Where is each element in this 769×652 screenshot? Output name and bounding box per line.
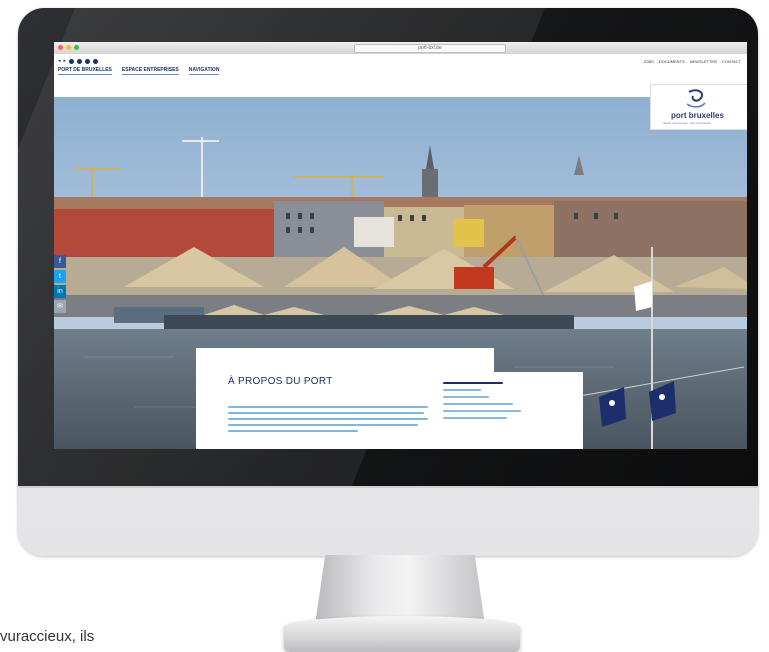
- nav-item-port[interactable]: PORT DE BRUXELLES: [58, 67, 112, 75]
- subnav-item[interactable]: [443, 410, 521, 412]
- about-text-line: [228, 424, 418, 426]
- utility-link-newsletter[interactable]: NEWSLETTER: [690, 59, 717, 64]
- monitor-stand-base: [284, 616, 520, 652]
- back-arrow-icon[interactable]: ◂: [58, 58, 61, 64]
- close-window-icon[interactable]: [58, 45, 63, 50]
- logo-mark-icon: [686, 89, 706, 108]
- about-text-line: [228, 430, 358, 432]
- monitor-stand-neck: [315, 555, 485, 625]
- linkedin-share-button[interactable]: in: [54, 285, 66, 298]
- main-nav: PORT DE BRUXELLES ESPACE ENTREPRISES NAV…: [58, 67, 220, 75]
- about-text-line: [228, 418, 428, 420]
- minimize-window-icon[interactable]: [66, 45, 71, 50]
- linkedin-icon: in: [57, 288, 63, 295]
- site-header: ◂ ▸ PORT DE BRUXELLES ESPACE ENTREPRISES…: [54, 54, 747, 97]
- about-text-line: [228, 412, 424, 414]
- share-sidebar: f t in ✉: [54, 255, 66, 313]
- subnav-item[interactable]: [443, 382, 503, 384]
- header-social-links: ◂ ▸: [58, 58, 99, 64]
- nav-item-navigation[interactable]: NAVIGATION: [188, 67, 220, 75]
- maximize-window-icon[interactable]: [74, 45, 79, 50]
- background-text: vuraccieux, ils: [0, 628, 95, 645]
- logo-tagline: haven van brussel · port of brussels: [663, 121, 711, 125]
- utility-link-contact[interactable]: CONTACT: [722, 59, 741, 64]
- subnav-panel: [439, 372, 583, 449]
- mail-icon: ✉: [57, 303, 63, 310]
- logo-text: port bruxelles: [671, 111, 724, 120]
- utility-link-documents[interactable]: DOCUMENTS: [659, 59, 685, 64]
- mail-share-button[interactable]: ✉: [54, 300, 66, 313]
- facebook-share-button[interactable]: f: [54, 255, 66, 268]
- facebook-icon: f: [59, 258, 61, 265]
- social-dot-icon[interactable]: [93, 58, 99, 64]
- address-bar[interactable]: port-bxl.be: [354, 44, 506, 53]
- utility-links: JOBS DOCUMENTS NEWSLETTER CONTACT: [643, 59, 741, 64]
- twitter-icon: t: [59, 273, 61, 280]
- subnav-item[interactable]: [443, 403, 513, 405]
- subnav-item[interactable]: [443, 396, 489, 398]
- twitter-share-button[interactable]: t: [54, 270, 66, 283]
- monitor-chin-divider: [18, 486, 758, 488]
- about-title: À PROPOS DU PORT: [228, 376, 333, 387]
- social-dot-icon[interactable]: [85, 58, 91, 64]
- about-text-line: [228, 406, 428, 408]
- subnav-item[interactable]: [443, 417, 507, 419]
- social-dot-icon[interactable]: [69, 58, 75, 64]
- subnav-item[interactable]: [443, 389, 481, 391]
- utility-link-jobs[interactable]: JOBS: [643, 59, 653, 64]
- screen: port-bxl.be ◂ ▸ PORT DE BRUXELLES ESPACE…: [54, 42, 747, 449]
- forward-arrow-icon[interactable]: ▸: [64, 58, 67, 64]
- site-logo[interactable]: port bruxelles haven van brussel · port …: [650, 84, 747, 130]
- nav-item-espace-entreprises[interactable]: ESPACE ENTREPRISES: [121, 67, 179, 75]
- social-dot-icon[interactable]: [77, 58, 83, 64]
